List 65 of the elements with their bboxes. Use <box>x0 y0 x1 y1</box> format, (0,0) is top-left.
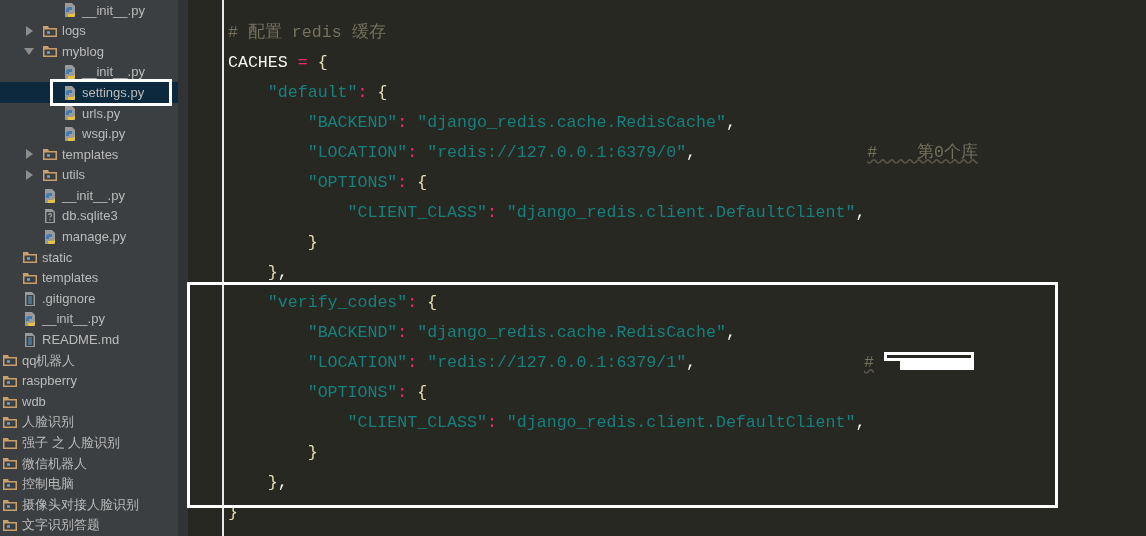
code-line: "CLIENT_CLASS": "django_redis.client.DefaultClient", <box>347 202 866 224</box>
folder-icon <box>42 43 58 60</box>
python-file-icon <box>42 228 58 245</box>
folder-icon <box>22 249 38 266</box>
python-file-icon <box>22 311 38 328</box>
tree-item[interactable]: README.md <box>0 329 178 351</box>
code-line: }, <box>267 472 288 494</box>
tree-item[interactable]: db.sqlite3 <box>0 205 178 227</box>
python-file-icon <box>62 84 78 101</box>
code-line: "LOCATION": "redis://127.0.0.1:6379/1", <box>307 353 697 372</box>
code-line: "CLIENT_CLASS": "django_redis.client.DefaultClient", <box>347 412 866 434</box>
code-line: "default": { <box>267 82 388 104</box>
tree-item[interactable]: wsgi.py <box>0 123 178 145</box>
tree-item[interactable]: myblog <box>0 41 178 62</box>
folder-icon <box>22 270 38 286</box>
text-file-icon <box>22 331 38 348</box>
tree-item[interactable]: .gitignore <box>0 288 178 309</box>
tree-item[interactable]: settings.py <box>0 82 178 103</box>
code-line: } <box>307 442 318 464</box>
python-file-icon <box>62 125 78 142</box>
tree-item[interactable]: templates <box>0 267 178 289</box>
tree-item[interactable]: raspberry <box>0 370 178 392</box>
python-file-icon <box>42 187 58 204</box>
tree-item[interactable]: 人脸识别 <box>0 411 178 433</box>
code-comment: # 第0个库 <box>867 141 978 164</box>
tree-item[interactable]: utils <box>0 164 178 186</box>
tree-item[interactable]: 强子 之 人脸识别 <box>0 432 178 454</box>
tree-item[interactable]: manage.py <box>0 226 178 248</box>
tree-item[interactable]: 微信机器人 <box>0 453 178 474</box>
tree-item[interactable]: urls.py <box>0 102 178 124</box>
tree-item[interactable]: qq机器人 <box>0 350 178 371</box>
expanded-arrow-icon <box>24 46 34 57</box>
code-comment: # <box>864 352 874 374</box>
tree-item[interactable]: __init__.py <box>0 308 178 330</box>
code-line: # 配置 redis 缓存 <box>228 22 386 44</box>
tree-item[interactable]: 摄像头对接人脸识别 <box>0 494 178 515</box>
tree-item[interactable]: wdb <box>0 391 178 412</box>
code-line: "OPTIONS": { <box>307 172 428 194</box>
collapsed-arrow-icon <box>24 170 34 181</box>
tree-item[interactable]: templates <box>0 144 178 165</box>
python-file-icon <box>62 2 78 19</box>
text-file-icon <box>22 290 38 307</box>
python-file-icon <box>62 105 78 122</box>
folder-icon <box>42 146 58 163</box>
tree-item[interactable]: __init__.py <box>0 0 178 21</box>
unknown-file-icon <box>42 208 58 225</box>
tree-item[interactable]: __init__.py <box>0 61 178 83</box>
code-line: CACHES = { <box>228 52 328 74</box>
tree-item[interactable]: logs <box>0 20 178 42</box>
python-file-icon <box>62 64 78 81</box>
collapsed-arrow-icon <box>24 149 34 160</box>
code-line: "verify_codes": { <box>267 292 438 314</box>
tree-item[interactable]: __init__.py <box>0 185 178 206</box>
code-line: "BACKEND": "django_redis.cache.RedisCache", <box>307 112 736 134</box>
code-line: "BACKEND": "django_redis.cache.RedisCache", <box>307 322 736 344</box>
code-line: "LOCATION": "redis://127.0.0.1:6379/0", <box>307 142 697 164</box>
scrollbar-track[interactable] <box>178 0 188 536</box>
tree-item[interactable]: static <box>0 247 178 268</box>
code-line: "OPTIONS": { <box>307 382 428 404</box>
tree-item[interactable]: 控制电脑 <box>0 473 178 495</box>
code-line: }, <box>267 262 288 284</box>
tree-item[interactable]: 文字识别答题 <box>0 514 178 536</box>
collapsed-arrow-icon <box>24 25 34 36</box>
folder-icon <box>42 167 58 184</box>
code-line: } <box>307 232 318 254</box>
